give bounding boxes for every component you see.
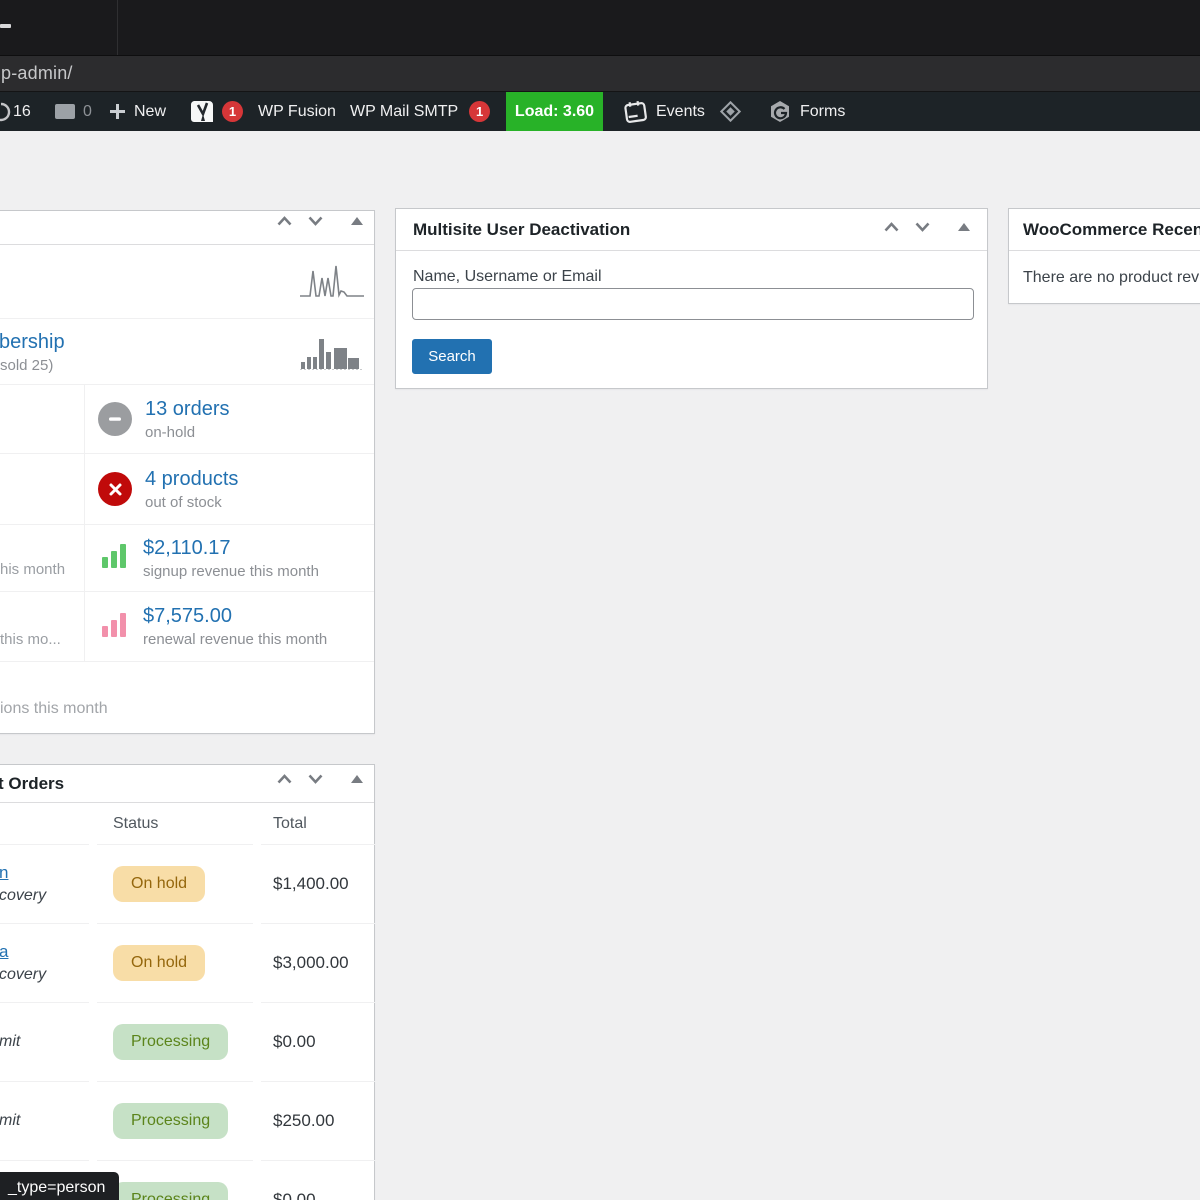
wp-fusion-item[interactable]: WP Fusion — [258, 92, 336, 131]
forms-item[interactable]: Forms — [769, 92, 845, 131]
status-badge: Processing — [113, 1182, 228, 1200]
reviews-widget-title: WooCommerce Recent — [1023, 220, 1200, 240]
minus-circle-icon — [98, 402, 132, 436]
move-up-icon[interactable] — [884, 222, 899, 232]
search-button[interactable]: Search — [412, 339, 492, 374]
order-total: $0.00 — [261, 1160, 378, 1200]
status-badge: On hold — [113, 866, 205, 902]
browser-url-bar[interactable]: p-admin/ — [0, 55, 1200, 92]
onhold-orders-label: on-hold — [145, 424, 230, 441]
orders-widget-header[interactable]: t Orders — [0, 765, 374, 803]
plus-icon — [110, 104, 125, 119]
order-row: n covery On hold $1,400.00 — [0, 844, 374, 923]
stats-row-out-of-stock: 4 products out of stock — [0, 453, 374, 524]
membership-product-link[interactable]: bership — [0, 331, 65, 354]
move-down-icon[interactable] — [915, 222, 930, 232]
renewal-revenue-label: renewal revenue this month — [143, 631, 327, 648]
left-stat-fragment: this mo... — [0, 631, 61, 648]
url-text[interactable]: p-admin/ — [1, 63, 73, 84]
left-stat-fragment: his month — [0, 561, 65, 578]
signup-revenue-link[interactable]: $2,110.17 — [143, 537, 231, 559]
server-load-indicator[interactable]: Load: 3.60 — [506, 92, 603, 131]
stats-row-renewal-revenue: this mo... $7,575.00 renewal revenue thi… — [0, 591, 374, 661]
screen: p-admin/ 16 0 New 1 WP Fusion WP Mail SM… — [0, 0, 1200, 1200]
sales-line-sparkline — [299, 259, 365, 301]
collapse-toggle-icon[interactable] — [958, 223, 970, 231]
orders-widget-title: t Orders — [0, 774, 64, 794]
events-item[interactable]: Events — [624, 92, 705, 131]
order-link[interactable]: n — [0, 863, 8, 883]
membership-sold-count: (sold 25) — [0, 357, 65, 374]
stats-footer-row — [0, 661, 374, 734]
tab-divider — [117, 0, 118, 55]
stats-row-sales-sparkline — [0, 245, 374, 318]
window-title-fragment — [0, 24, 11, 28]
new-content-item[interactable]: New — [110, 92, 166, 131]
order-total: $3,000.00 — [261, 923, 378, 1002]
order-row: a covery On hold $3,000.00 — [0, 923, 374, 1002]
renewal-revenue-link[interactable]: $7,575.00 — [143, 605, 232, 627]
recent-orders-widget: t Orders Status Total n covery — [0, 764, 375, 1200]
order-total: $1,400.00 — [261, 844, 378, 923]
move-up-icon[interactable] — [277, 774, 292, 784]
order-total: $250.00 — [261, 1081, 378, 1160]
calendar-icon — [623, 99, 649, 125]
no-reviews-message: There are no product rev — [1009, 251, 1200, 287]
yoast-notification-badge: 1 — [222, 101, 243, 122]
comments-icon — [55, 104, 75, 119]
stats-row-membership: bership (sold 25) — [0, 318, 374, 384]
wp-admin-bar: 16 0 New 1 WP Fusion WP Mail SMTP 1 Load… — [0, 92, 1200, 131]
comments-item[interactable]: 0 — [55, 92, 92, 131]
order-row: mit Processing $0.00 — [0, 1002, 374, 1081]
dashboard-content: bership (sold 25) — [0, 131, 1200, 1200]
link-preview-tooltip: _type=person — [0, 1172, 119, 1200]
yoast-icon — [191, 99, 216, 124]
total-column-header: Total — [261, 804, 378, 844]
multisite-user-deactivation-widget: Multisite User Deactivation Name, Userna… — [395, 208, 988, 389]
pink-bars-icon — [102, 612, 130, 642]
x-circle-icon — [98, 472, 132, 506]
move-down-icon[interactable] — [308, 774, 323, 784]
orders-table-header: Status Total — [0, 804, 374, 844]
store-stats-widget: bership (sold 25) — [0, 210, 375, 734]
order-sub-fragment: covery — [0, 887, 89, 905]
signup-revenue-label: signup revenue this month — [143, 563, 319, 580]
green-bars-icon — [102, 543, 130, 573]
out-of-stock-link[interactable]: 4 products — [145, 468, 238, 490]
gravity-forms-icon — [769, 100, 791, 123]
collapse-toggle-icon[interactable] — [351, 775, 363, 783]
collapse-toggle-icon[interactable] — [351, 217, 363, 225]
stats-row-signup-revenue: his month $2,110.17 signup revenue this … — [0, 524, 374, 591]
status-badge: Processing — [113, 1103, 228, 1139]
stats-row-onhold-orders: 13 orders on-hold — [0, 384, 374, 453]
out-of-stock-label: out of stock — [145, 494, 238, 511]
order-sub-fragment: mit — [0, 1033, 89, 1051]
onhold-orders-link[interactable]: 13 orders — [145, 398, 230, 420]
move-up-icon[interactable] — [277, 216, 292, 226]
orders-table: Status Total n covery On hold $1,400.00 … — [0, 804, 374, 1200]
reviews-widget-header[interactable]: WooCommerce Recent — [1009, 209, 1200, 251]
order-sub-fragment: mit — [0, 1112, 89, 1130]
order-total: $0.00 — [261, 1002, 378, 1081]
order-link[interactable]: a — [0, 942, 8, 962]
membership-bar-sparkline — [299, 330, 365, 374]
order-row: mit Processing $250.00 — [0, 1081, 374, 1160]
status-column-header: Status — [97, 804, 253, 844]
diamond-plugin-icon[interactable] — [717, 92, 744, 131]
yoast-item[interactable]: 1 — [191, 92, 243, 131]
order-sub-fragment: covery — [0, 966, 89, 984]
recent-reviews-widget: WooCommerce Recent There are no product … — [1008, 208, 1200, 304]
user-search-input[interactable] — [412, 288, 974, 320]
search-field-label: Name, Username or Email — [413, 268, 602, 286]
multisite-widget-title: Multisite User Deactivation — [413, 220, 630, 240]
updates-icon[interactable] — [0, 92, 13, 131]
status-badge: Processing — [113, 1024, 228, 1060]
cancellations-fragment: ions this month — [0, 700, 108, 718]
wp-mail-smtp-badge: 1 — [469, 101, 490, 122]
status-badge: On hold — [113, 945, 205, 981]
wp-mail-smtp-item[interactable]: WP Mail SMTP 1 — [350, 92, 490, 131]
window-chrome — [0, 0, 1200, 55]
move-down-icon[interactable] — [308, 216, 323, 226]
updates-count[interactable]: 16 — [13, 92, 31, 131]
